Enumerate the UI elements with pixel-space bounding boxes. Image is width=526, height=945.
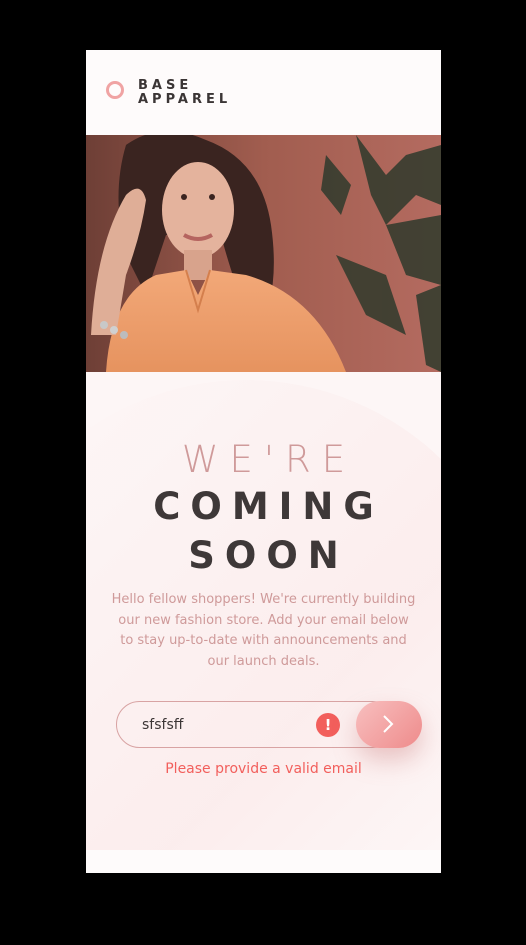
description-text: Hello fellow shoppers! We're currently b… bbox=[111, 592, 416, 669]
header: BASE APPAREL bbox=[86, 50, 441, 135]
chevron-right-icon bbox=[383, 715, 394, 733]
headline-bold-2: SOON bbox=[188, 534, 349, 577]
headline: WE'RE COMING SOON bbox=[86, 438, 441, 580]
brand-line-1: BASE bbox=[138, 78, 193, 93]
error-message: Please provide a valid email bbox=[165, 761, 362, 777]
error-icon: ! bbox=[316, 713, 340, 737]
brand-logo: BASE APPAREL bbox=[138, 79, 231, 107]
bottom-strip bbox=[86, 850, 441, 873]
logo-ring-inner bbox=[109, 84, 121, 96]
email-input[interactable] bbox=[116, 701, 396, 748]
submit-button[interactable] bbox=[356, 701, 422, 748]
email-form: ! bbox=[116, 701, 422, 748]
brand-line-2: APPAREL bbox=[138, 92, 232, 107]
headline-bold-1: COMING bbox=[153, 485, 384, 528]
hero-image bbox=[86, 135, 441, 372]
model-photo-icon bbox=[86, 135, 441, 372]
headline-light: WE'RE bbox=[181, 438, 357, 481]
coming-soon-card: BASE APPAREL WE'RE COMING SOON Hello fel… bbox=[86, 50, 441, 873]
